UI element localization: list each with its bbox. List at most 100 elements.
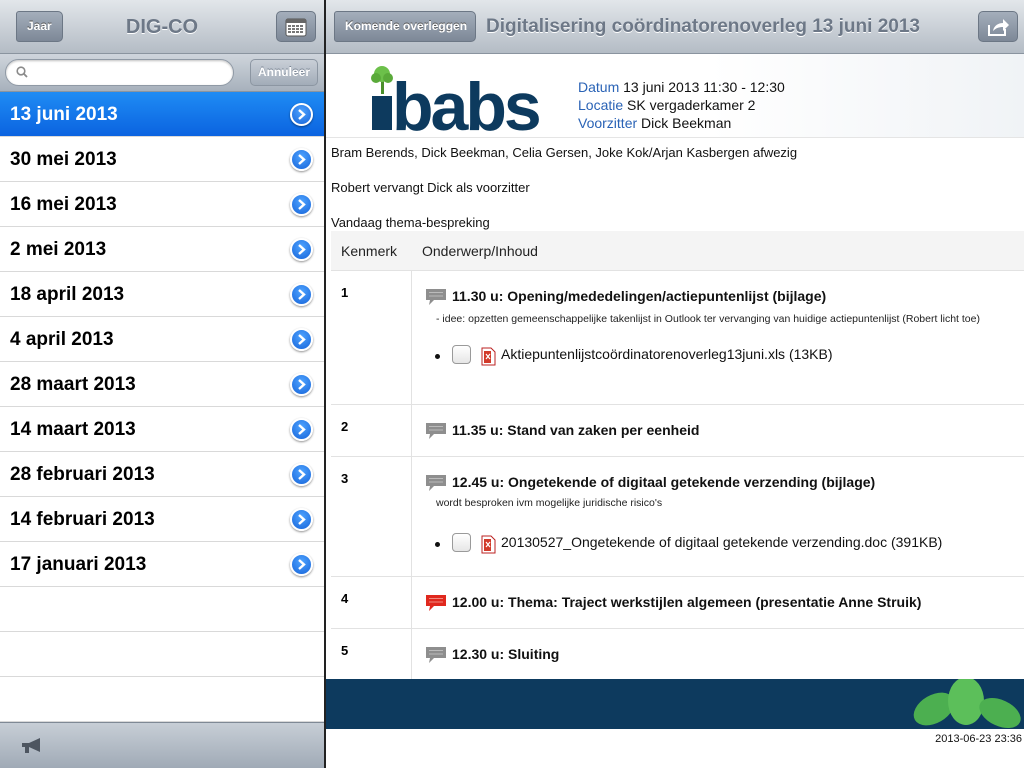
list-item[interactable]: 28 februari 2013 xyxy=(0,452,324,497)
list-item[interactable]: 13 juni 2013 xyxy=(0,92,324,137)
chevron-right-icon[interactable] xyxy=(290,553,313,576)
document-icon[interactable] xyxy=(481,347,496,366)
agenda-item-title[interactable]: 12.45 u: Ongetekende of digitaal geteken… xyxy=(425,473,1016,491)
list-item-label: 13 juni 2013 xyxy=(10,104,118,125)
agenda-number: 3 xyxy=(341,471,349,486)
list-item-label: 16 mei 2013 xyxy=(10,194,117,215)
agenda-number: 2 xyxy=(341,419,349,434)
agenda-item-title[interactable]: 11.35 u: Stand van zaken per eenheid xyxy=(425,421,1016,439)
bullet xyxy=(435,354,440,359)
onderwerp-header: Onderwerp/Inhoud xyxy=(422,243,538,259)
column-divider xyxy=(411,629,412,681)
attachment-name[interactable]: 20130527_Ongetekende of digitaal geteken… xyxy=(501,534,942,550)
intro-line: Bram Berends, Dick Beekman, Celia Gersen… xyxy=(331,145,798,160)
column-divider xyxy=(411,457,412,576)
meeting-title: Digitalisering coördinatorenoverleg 13 j… xyxy=(486,16,920,37)
voorzitter-key: Voorzitter xyxy=(578,115,638,131)
agenda-item-title[interactable]: 12.00 u: Thema: Traject werkstijlen alge… xyxy=(425,593,1016,611)
document-icon[interactable] xyxy=(481,535,496,554)
agenda-row: 3 12.45 u: Ongetekende of digitaal getek… xyxy=(331,457,1024,577)
datum-value: 13 juni 2013 11:30 - 12:30 xyxy=(623,79,785,95)
chevron-right-icon[interactable] xyxy=(290,418,313,441)
comment-icon[interactable] xyxy=(425,594,447,612)
chevron-right-icon[interactable] xyxy=(290,283,313,306)
chevron-right-icon[interactable] xyxy=(290,508,313,531)
attachment-checkbox[interactable] xyxy=(452,345,471,364)
attachment-row: Aktiepuntenlijstcoördinatorenoverleg13ju… xyxy=(435,345,1024,372)
meeting-content: babs Datum 13 juni 2013 11:30 - 12:30 Lo… xyxy=(326,54,1024,768)
agenda-number: 4 xyxy=(341,591,349,606)
agenda-row: 4 12.00 u: Thema: Traject werkstijlen al… xyxy=(331,577,1024,629)
list-item-label: 17 januari 2013 xyxy=(10,554,147,575)
meeting-intro: Bram Berends, Dick Beekman, Celia Gersen… xyxy=(326,138,1024,243)
locatie-key: Locatie xyxy=(578,97,624,113)
list-item[interactable]: 4 april 2013 xyxy=(0,317,324,362)
attachment-name[interactable]: Aktiepuntenlijstcoördinatorenoverleg13ju… xyxy=(501,346,833,362)
agenda-content: 12.30 u: Sluiting xyxy=(425,645,1016,663)
meeting-detail-pane: Komende overleggen Digitalisering coördi… xyxy=(326,0,1024,768)
agenda-item-title[interactable]: 11.30 u: Opening/mededelingen/actiepunte… xyxy=(425,287,1016,305)
search-bar: Annuleer xyxy=(0,54,324,92)
list-item[interactable]: 30 mei 2013 xyxy=(0,137,324,182)
calendar-button[interactable] xyxy=(276,11,316,42)
list-item[interactable]: 2 mei 2013 xyxy=(0,227,324,272)
agenda-title-text: 11.30 u: Opening/mededelingen/actiepunte… xyxy=(452,288,827,304)
megaphone-icon[interactable] xyxy=(20,737,46,755)
chevron-right-icon[interactable] xyxy=(290,238,313,261)
list-item[interactable]: 28 maart 2013 xyxy=(0,362,324,407)
comment-icon[interactable] xyxy=(425,422,447,440)
chevron-right-icon[interactable] xyxy=(290,373,313,396)
agenda-title-text: 11.35 u: Stand van zaken per eenheid xyxy=(452,422,700,438)
kenmerk-header: Kenmerk xyxy=(341,243,398,259)
list-item[interactable]: 16 mei 2013 xyxy=(0,182,324,227)
list-item[interactable]: 14 februari 2013 xyxy=(0,497,324,542)
agenda-title-text: 12.30 u: Sluiting xyxy=(452,646,560,662)
chevron-right-icon[interactable] xyxy=(290,328,313,351)
datum-key: Datum xyxy=(578,79,620,95)
agenda-item-title[interactable]: 12.30 u: Sluiting xyxy=(425,645,1016,663)
agenda-note: wordt besproken ivm mogelijke juridische… xyxy=(436,497,663,509)
agenda-note: - idee: opzetten gemeenschappelijke take… xyxy=(436,313,980,325)
chevron-right-icon[interactable] xyxy=(290,193,313,216)
attachment-row: 20130527_Ongetekende of digitaal geteken… xyxy=(435,533,1024,560)
chevron-right-icon[interactable] xyxy=(290,463,313,486)
agenda-content: 11.35 u: Stand van zaken per eenheid xyxy=(425,421,1016,439)
share-button[interactable] xyxy=(978,11,1018,42)
empty-row xyxy=(0,677,324,722)
list-item-label: 28 februari 2013 xyxy=(10,464,155,485)
agenda-row: 1 11.30 u: Opening/mededelingen/actiepun… xyxy=(331,271,1024,405)
comment-icon[interactable] xyxy=(425,474,447,492)
list-item[interactable]: 18 april 2013 xyxy=(0,272,324,317)
comment-icon[interactable] xyxy=(425,646,447,664)
list-item[interactable]: 14 maart 2013 xyxy=(0,407,324,452)
agenda-number: 5 xyxy=(341,643,349,658)
bullet xyxy=(435,542,440,547)
left-navbar: Jaar DIG-CO xyxy=(0,0,324,54)
search-input[interactable] xyxy=(34,64,229,82)
tree-logo-icon xyxy=(371,66,393,94)
right-navbar: Komende overleggen Digitalisering coördi… xyxy=(326,0,1024,54)
chevron-right-icon[interactable] xyxy=(290,103,313,126)
list-item-label: 18 april 2013 xyxy=(10,284,125,305)
comment-icon[interactable] xyxy=(425,288,447,306)
column-divider xyxy=(411,271,412,404)
empty-row xyxy=(0,587,324,632)
agenda-number: 1 xyxy=(341,285,349,300)
agenda-row: 5 12.30 u: Sluiting xyxy=(331,629,1024,681)
komende-overleggen-back-button[interactable]: Komende overleggen xyxy=(334,11,477,42)
timestamp: 2013-06-23 23:36 xyxy=(935,733,1022,745)
chevron-right-icon[interactable] xyxy=(290,148,313,171)
agenda-content: 11.30 u: Opening/mededelingen/actiepunte… xyxy=(425,287,1016,372)
empty-row xyxy=(0,632,324,677)
agenda-content: 12.45 u: Ongetekende of digitaal geteken… xyxy=(425,473,1016,560)
cancel-button[interactable]: Annuleer xyxy=(250,59,318,86)
attachment-checkbox[interactable] xyxy=(452,533,471,552)
agenda-title-text: 12.45 u: Ongetekende of digitaal geteken… xyxy=(452,474,876,490)
svg-text:babs: babs xyxy=(392,69,540,134)
list-item-label: 4 april 2013 xyxy=(10,329,114,350)
column-divider xyxy=(411,405,412,456)
ibabs-logo: babs xyxy=(371,66,543,134)
search-field[interactable] xyxy=(5,59,234,86)
list-item[interactable]: 17 januari 2013 xyxy=(0,542,324,587)
agenda-header: Kenmerk Onderwerp/Inhoud xyxy=(331,231,1024,271)
